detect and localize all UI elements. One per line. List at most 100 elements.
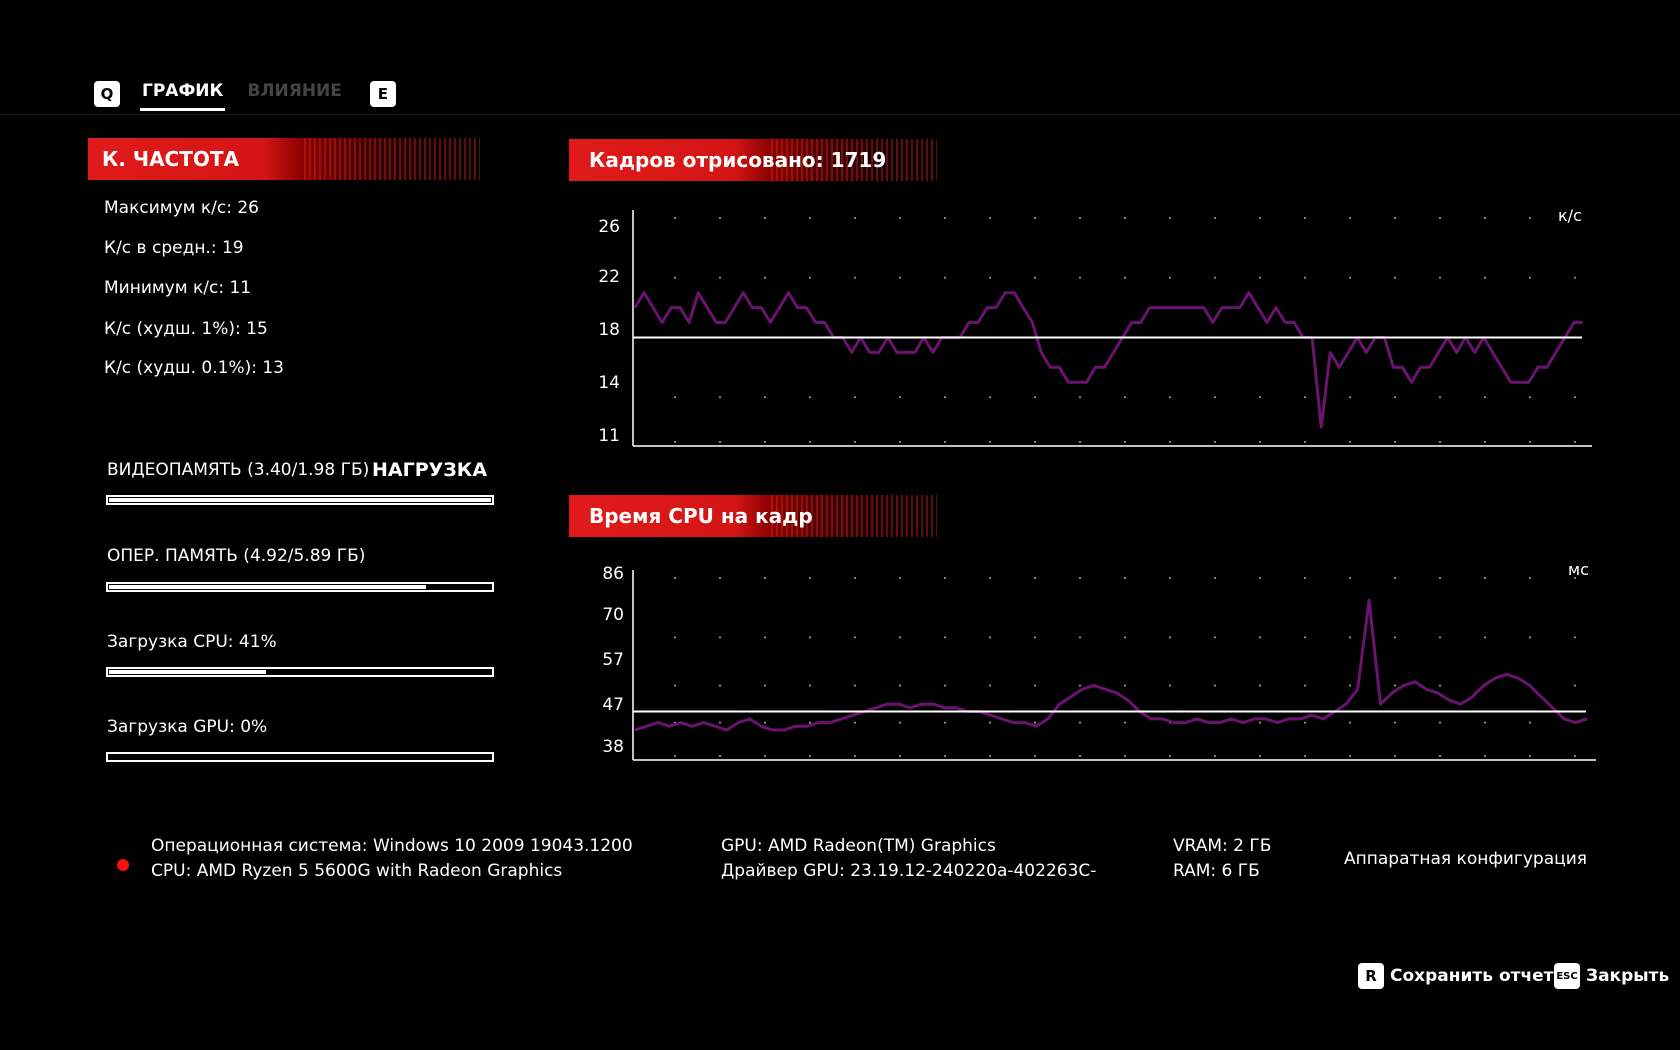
grid-dot <box>854 577 856 579</box>
stat-01pct-low: К/с (худш. 0.1%): 13 <box>104 358 285 378</box>
grid-dot <box>944 396 946 399</box>
grid-dot <box>989 721 991 724</box>
grid-dot <box>1349 396 1351 399</box>
grid-dot <box>1169 441 1171 443</box>
grid-dot <box>1574 217 1576 219</box>
cpu-text: CPU: AMD Ryzen 5 5600G with Radeon Graph… <box>151 861 563 881</box>
q-key-hint[interactable]: Q <box>94 81 120 107</box>
tab-graph[interactable]: ГРАФИК <box>140 77 226 111</box>
grid-dot <box>899 396 901 399</box>
grid-dot <box>674 684 676 687</box>
grid-dot <box>944 721 946 724</box>
os-info: Операционная система: Windows 10 2009 19… <box>151 834 633 884</box>
grid-dot <box>944 755 946 757</box>
grid-dot <box>1079 577 1081 579</box>
grid-dot <box>1574 684 1576 687</box>
grid-dot <box>809 276 811 279</box>
grid-dot <box>989 636 991 639</box>
grid-dot <box>1574 276 1576 279</box>
close-button[interactable]: ESC Закрыть <box>1554 963 1669 989</box>
grid-dot <box>809 721 811 724</box>
grid-dot <box>899 217 901 219</box>
gpu-load-label: Загрузка GPU: 0% <box>107 717 268 737</box>
fps-panel-title: К. ЧАСТОТА <box>102 147 239 171</box>
grid-dot <box>1034 217 1036 219</box>
grid-dot <box>1124 577 1126 579</box>
grid-dot <box>1304 636 1306 639</box>
e-key-hint[interactable]: E <box>369 81 396 107</box>
grid-dot <box>1439 755 1441 757</box>
grid-dot <box>1169 276 1171 279</box>
cpu-ytick: 70 <box>602 605 624 625</box>
fps-ytick: 18 <box>598 320 620 340</box>
grid-dot <box>809 755 811 757</box>
save-report-button[interactable]: R Сохранить отчет <box>1358 963 1554 989</box>
grid-dot <box>1439 217 1441 219</box>
grid-dot <box>809 396 811 399</box>
grid-dot <box>1124 721 1126 724</box>
grid-dot <box>1439 577 1441 579</box>
grid-dot <box>764 636 766 639</box>
grid-dot <box>1304 276 1306 279</box>
tab-impact[interactable]: ВЛИЯНИЕ <box>245 77 343 111</box>
grid-dot <box>1484 636 1486 639</box>
grid-dot <box>809 217 811 219</box>
fps-panel-header: К. ЧАСТОТА <box>88 138 480 180</box>
grid-dot <box>1214 636 1216 639</box>
grid-dot <box>1079 441 1081 443</box>
grid-dot <box>764 684 766 687</box>
grid-dot <box>1394 755 1396 757</box>
grid-dot <box>989 217 991 219</box>
grid-dot <box>1079 636 1081 639</box>
esc-key-hint: ESC <box>1554 963 1580 989</box>
grid-dot <box>899 684 901 687</box>
grid-dot <box>1124 276 1126 279</box>
grid-dot <box>1214 441 1216 443</box>
grid-dot <box>1304 396 1306 399</box>
grid-dot <box>1574 396 1576 399</box>
os-text: Операционная система: Windows 10 2009 19… <box>151 836 633 856</box>
grid-dot <box>1304 684 1306 687</box>
grid-dot <box>1169 577 1171 579</box>
grid-dot <box>1079 755 1081 757</box>
grid-dot <box>764 217 766 219</box>
grid-dot <box>674 755 676 757</box>
grid-dot <box>1124 684 1126 687</box>
grid-dot <box>1394 636 1396 639</box>
grid-dot <box>1484 396 1486 399</box>
fps-ytick: 22 <box>598 267 620 287</box>
grid-dot <box>854 217 856 219</box>
grid-dot <box>809 441 811 443</box>
grid-dot <box>1394 217 1396 219</box>
grid-dot <box>1304 577 1306 579</box>
grid-dot <box>1124 636 1126 639</box>
ram-label: ОПЕР. ПАМЯТЬ (4.92/5.89 ГБ) <box>107 546 366 566</box>
grid-dot <box>1259 577 1261 579</box>
grid-dot <box>1349 684 1351 687</box>
grid-dot <box>1529 396 1531 399</box>
grid-dot <box>674 577 676 579</box>
grid-dot <box>944 441 946 443</box>
grid-dot <box>1529 636 1531 639</box>
grid-dot <box>1079 217 1081 219</box>
grid-dot <box>1214 217 1216 219</box>
grid-dot <box>1439 396 1441 399</box>
grid-dot <box>1169 217 1171 219</box>
grid-dot <box>1529 217 1531 219</box>
grid-dot <box>899 276 901 279</box>
grid-dot <box>674 441 676 443</box>
hw-config-label: Аппаратная конфигурация <box>1344 849 1587 869</box>
grid-dot <box>719 217 721 219</box>
grid-dot <box>1259 755 1261 757</box>
grid-dot <box>1034 577 1036 579</box>
grid-dot <box>1034 276 1036 279</box>
vram-bar <box>106 495 494 505</box>
grid-dot <box>1169 636 1171 639</box>
grid-dot <box>1439 441 1441 443</box>
grid-dot <box>1304 755 1306 757</box>
grid-dot <box>1574 577 1576 579</box>
grid-dot <box>899 577 901 579</box>
grid-dot <box>764 396 766 399</box>
grid-dot <box>1529 577 1531 579</box>
grid-dot <box>899 721 901 724</box>
